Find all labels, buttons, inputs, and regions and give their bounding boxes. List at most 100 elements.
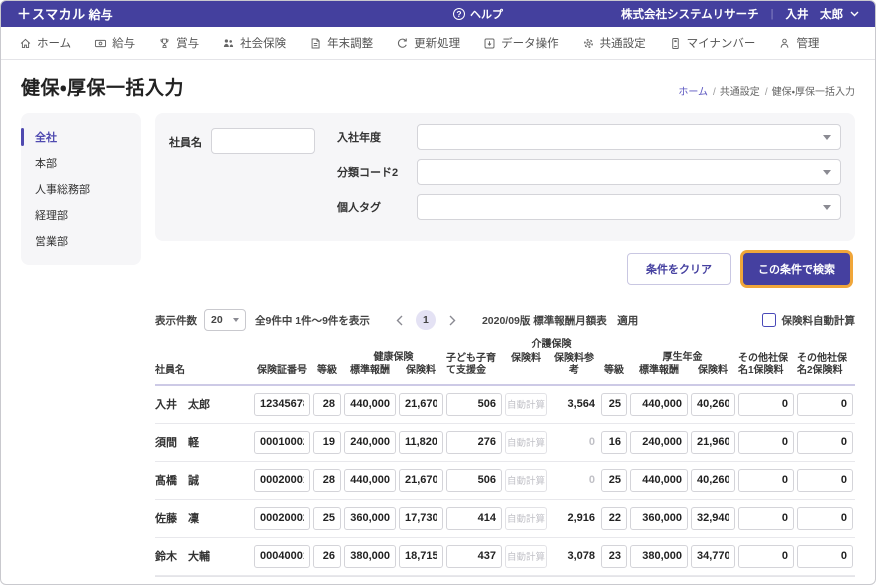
health-premium-input[interactable]	[399, 468, 443, 492]
bonus-icon	[160, 38, 169, 48]
pension-grade-input[interactable]	[601, 506, 627, 530]
nav-item-update[interactable]: 更新処理	[396, 35, 460, 51]
pension-grade-input[interactable]	[601, 544, 627, 568]
sidebar-item-sales[interactable]: 営業部	[21, 228, 141, 254]
col-header-health-std: 標準報酬	[350, 365, 390, 376]
pension-std-input[interactable]	[630, 544, 688, 568]
other2-premium-input[interactable]	[797, 506, 853, 530]
nav-item-payroll[interactable]: 給与	[94, 35, 135, 51]
group-title-health: 健康保険	[373, 351, 414, 363]
pension-premium-input[interactable]	[691, 506, 735, 530]
pension-premium-input[interactable]	[691, 430, 735, 454]
child-support-input[interactable]	[446, 430, 502, 454]
pension-std-input[interactable]	[630, 506, 688, 530]
employee-name-input[interactable]	[211, 128, 315, 154]
health-std-input[interactable]	[344, 468, 396, 492]
pension-premium-input[interactable]	[691, 392, 735, 416]
pension-std-input[interactable]	[630, 392, 688, 416]
col-header-care-premium: 保険料	[511, 352, 541, 364]
pension-grade-input[interactable]	[601, 392, 627, 416]
personal-tag-select[interactable]	[417, 194, 841, 220]
nav-label: 給与	[112, 38, 136, 50]
help-button[interactable]: ヘルプ	[452, 6, 503, 22]
nav-item-social-insurance[interactable]: 社会保険	[222, 35, 286, 51]
health-grade-input[interactable]	[313, 544, 341, 568]
auto-calc-button[interactable]: 自動計算	[505, 392, 547, 416]
auto-calc-button[interactable]: 自動計算	[505, 468, 547, 492]
category-code-select[interactable]	[417, 159, 841, 185]
health-grade-input[interactable]	[313, 506, 341, 530]
pension-premium-input[interactable]	[691, 468, 735, 492]
other1-premium-input[interactable]	[738, 430, 794, 454]
cert-no-input[interactable]	[254, 392, 310, 416]
sidebar-item-all[interactable]: 全社	[21, 124, 141, 150]
refresh-icon	[398, 38, 407, 48]
health-grade-input[interactable]	[313, 392, 341, 416]
pension-grade-input[interactable]	[601, 468, 627, 492]
main-nav: ホーム 給与 賞与 社会保険 年末調整 更新処理 データ操作 共通設定 マイナン…	[1, 27, 875, 60]
health-grade-input[interactable]	[313, 430, 341, 454]
breadcrumb-current: 健保・厚保一括入力	[771, 87, 855, 98]
year-end-icon	[311, 38, 320, 48]
health-grade-input[interactable]	[313, 468, 341, 492]
help-label: ヘルプ	[469, 9, 503, 21]
auto-calc-button[interactable]: 自動計算	[505, 506, 547, 530]
pension-std-input[interactable]	[630, 468, 688, 492]
nav-item-mynumber[interactable]: マイナンバー	[669, 35, 755, 51]
pension-grade-input[interactable]	[601, 430, 627, 454]
health-premium-input[interactable]	[399, 506, 443, 530]
health-premium-input[interactable]	[399, 392, 443, 416]
other2-premium-input[interactable]	[797, 430, 853, 454]
child-support-input[interactable]	[446, 544, 502, 568]
other2-premium-input[interactable]	[797, 392, 853, 416]
cert-no-input[interactable]	[254, 544, 310, 568]
child-support-input[interactable]	[446, 506, 502, 530]
user-menu[interactable]: 入井 太郎	[786, 6, 860, 22]
auto-calc-checkbox[interactable]	[761, 313, 776, 327]
next-page-icon[interactable]	[449, 315, 456, 326]
health-premium-input[interactable]	[399, 430, 443, 454]
nav-item-data[interactable]: データ操作	[483, 35, 559, 51]
cert-no-input[interactable]	[254, 506, 310, 530]
health-premium-input[interactable]	[399, 544, 443, 568]
other1-premium-input[interactable]	[738, 392, 794, 416]
other2-premium-input[interactable]	[797, 544, 853, 568]
clear-conditions-button[interactable]: 条件をクリア	[627, 253, 731, 285]
other1-premium-input[interactable]	[738, 506, 794, 530]
other2-premium-input[interactable]	[797, 468, 853, 492]
health-std-input[interactable]	[344, 392, 396, 416]
health-std-input[interactable]	[344, 506, 396, 530]
prev-page-icon[interactable]	[396, 315, 403, 326]
cert-no-input[interactable]	[254, 468, 310, 492]
company-name: 株式会社システムリサーチ	[620, 9, 759, 21]
sidebar-item-hr[interactable]: 人事総務部	[21, 176, 141, 202]
other1-premium-input[interactable]	[738, 544, 794, 568]
breadcrumb-settings[interactable]: 共通設定	[720, 83, 768, 98]
nav-item-year-end[interactable]: 年末調整	[309, 35, 373, 51]
pension-premium-input[interactable]	[691, 544, 735, 568]
hire-year-select[interactable]	[417, 124, 841, 150]
per-page-select[interactable]: 20	[204, 309, 246, 331]
auto-calc-toggle[interactable]: 保険料自動計算	[761, 313, 855, 328]
sidebar-item-honbu[interactable]: 本部	[21, 150, 141, 176]
child-support-input[interactable]	[446, 468, 502, 492]
social-insurance-icon	[224, 38, 234, 47]
child-support-input[interactable]	[446, 392, 502, 416]
nav-item-settings[interactable]: 共通設定	[582, 35, 646, 51]
auto-calc-button[interactable]: 自動計算	[505, 430, 547, 454]
search-button[interactable]: この条件で検索	[743, 253, 850, 285]
help-icon	[452, 8, 465, 20]
auto-calc-button[interactable]: 自動計算	[505, 544, 547, 568]
cert-no-input[interactable]	[254, 430, 310, 454]
nav-item-admin[interactable]: 管理	[778, 35, 819, 51]
app-logo[interactable]: ＋ スマカル 給与	[17, 4, 113, 24]
nav-item-home[interactable]: ホーム	[19, 35, 71, 51]
other1-premium-input[interactable]	[738, 468, 794, 492]
sidebar-item-accounting[interactable]: 経理部	[21, 202, 141, 228]
breadcrumb-home[interactable]: ホーム	[678, 83, 715, 98]
nav-item-bonus[interactable]: 賞与	[158, 35, 199, 51]
page-number[interactable]: 1	[415, 310, 436, 330]
pension-std-input[interactable]	[630, 430, 688, 454]
health-std-input[interactable]	[344, 430, 396, 454]
health-std-input[interactable]	[344, 544, 396, 568]
